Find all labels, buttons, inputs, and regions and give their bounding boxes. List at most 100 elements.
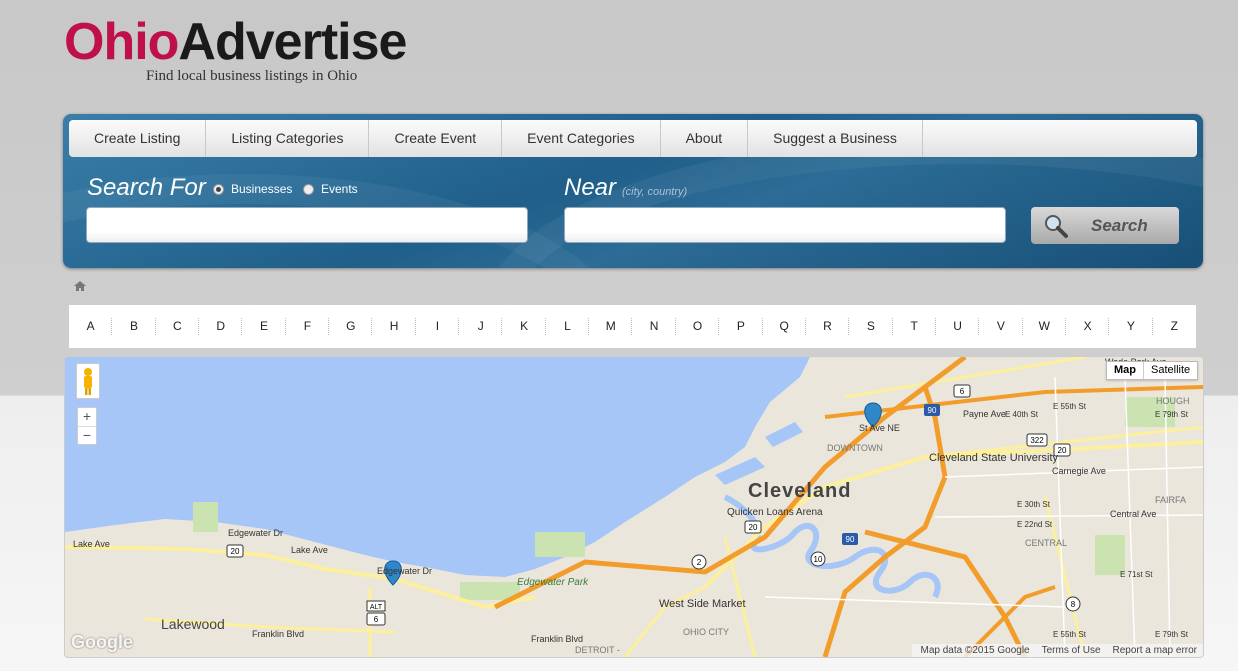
letter-y[interactable]: Y bbox=[1109, 305, 1153, 348]
letter-b[interactable]: B bbox=[112, 305, 157, 348]
logo-ohio: Ohio bbox=[64, 13, 179, 71]
shield-us322: 322 bbox=[1030, 436, 1044, 445]
map-type-map[interactable]: Map bbox=[1107, 362, 1144, 379]
letter-l[interactable]: L bbox=[546, 305, 590, 348]
letter-c[interactable]: C bbox=[156, 305, 200, 348]
letter-w[interactable]: W bbox=[1023, 305, 1067, 348]
search-for-label: Search For bbox=[87, 174, 206, 201]
letter-o[interactable]: O bbox=[676, 305, 720, 348]
letter-a[interactable]: A bbox=[69, 305, 113, 348]
search-what-input[interactable] bbox=[86, 207, 528, 243]
label-franklin-1: Franklin Blvd bbox=[252, 629, 304, 639]
map-footer: Map data ©2015 Google Terms of Use Repor… bbox=[912, 644, 1203, 657]
letter-f[interactable]: F bbox=[286, 305, 330, 348]
letter-z[interactable]: Z bbox=[1153, 305, 1196, 348]
magnifier-icon bbox=[1045, 214, 1068, 238]
map-type-satellite[interactable]: Satellite bbox=[1144, 362, 1197, 379]
radio-businesses-dot[interactable] bbox=[213, 183, 224, 195]
map-report-link[interactable]: Report a map error bbox=[1113, 644, 1197, 657]
label-lake-ave-1: Lake Ave bbox=[73, 539, 110, 549]
map-type-control: Map Satellite bbox=[1106, 361, 1199, 380]
lake-erie bbox=[65, 357, 810, 577]
label-e55b: E 55th St bbox=[1053, 630, 1087, 639]
nav-suggest-business[interactable]: Suggest a Business bbox=[748, 120, 923, 157]
label-lake-ave-2: Lake Ave bbox=[291, 545, 328, 555]
shield-alt: ALT bbox=[370, 604, 383, 611]
radio-businesses[interactable]: Businesses bbox=[213, 182, 292, 196]
label-csu: Cleveland State University bbox=[929, 452, 1059, 464]
letter-h[interactable]: H bbox=[372, 305, 417, 348]
label-edgewater-dr-1: Edgewater Dr bbox=[228, 528, 283, 538]
label-edgewater-dr-2: Edgewater Dr bbox=[377, 566, 432, 576]
pegman-control[interactable] bbox=[76, 363, 100, 399]
letter-u[interactable]: U bbox=[936, 305, 980, 348]
letter-s[interactable]: S bbox=[849, 305, 893, 348]
search-button-label: Search bbox=[1091, 215, 1148, 235]
radio-events-dot[interactable] bbox=[303, 183, 314, 195]
zoom-out-button[interactable]: − bbox=[78, 427, 96, 445]
label-edgewater-park: Edgewater Park bbox=[517, 577, 589, 588]
letter-r[interactable]: R bbox=[806, 305, 850, 348]
shield-us20c: 20 bbox=[749, 523, 758, 532]
site-tagline: Find local business listings in Ohio bbox=[146, 68, 358, 84]
letter-g[interactable]: G bbox=[329, 305, 373, 348]
letter-v[interactable]: V bbox=[979, 305, 1023, 348]
google-logo[interactable]: Google bbox=[71, 632, 133, 653]
letter-q[interactable]: Q bbox=[763, 305, 807, 348]
main-nav: Create Listing Listing Categories Create… bbox=[69, 120, 1197, 157]
label-e40: E 40th St bbox=[1005, 410, 1039, 419]
label-payne: Payne Ave bbox=[963, 409, 1006, 419]
map-canvas: 90 90 6 322 20 20 20 2 10 8 ALT 6 Clevel… bbox=[65, 357, 1203, 657]
shield-r6: 6 bbox=[374, 615, 379, 624]
site-logo[interactable]: OhioAdvertise bbox=[64, 13, 407, 71]
letter-k[interactable]: K bbox=[502, 305, 547, 348]
search-button[interactable]: Search bbox=[1031, 207, 1179, 244]
label-e55: E 55th St bbox=[1053, 402, 1087, 411]
label-central-ave: Central Ave bbox=[1110, 509, 1156, 519]
shield-us20b: 20 bbox=[231, 547, 240, 556]
letter-j[interactable]: J bbox=[459, 305, 503, 348]
letter-n[interactable]: N bbox=[632, 305, 677, 348]
label-e71: E 71st St bbox=[1120, 570, 1153, 579]
label-franklin-2: Franklin Blvd bbox=[531, 634, 583, 644]
letter-p[interactable]: P bbox=[719, 305, 763, 348]
map-terms-link[interactable]: Terms of Use bbox=[1042, 644, 1101, 657]
highway-i490 bbox=[864, 529, 1028, 657]
nav-create-listing[interactable]: Create Listing bbox=[69, 120, 207, 157]
label-cleveland: Cleveland bbox=[748, 480, 851, 502]
label-quicken: Quicken Loans Arena bbox=[727, 507, 823, 518]
zoom-in-button[interactable]: + bbox=[78, 408, 96, 427]
label-e22: E 22nd St bbox=[1017, 520, 1053, 529]
shield-i90b: 90 bbox=[846, 535, 855, 544]
radio-events[interactable]: Events bbox=[303, 182, 358, 196]
shield-i90a: 90 bbox=[928, 406, 937, 415]
label-fairfax: FAIRFA bbox=[1155, 495, 1186, 505]
label-westside: West Side Market bbox=[659, 598, 746, 610]
nav-event-categories[interactable]: Event Categories bbox=[502, 120, 661, 157]
label-detroit: DETROIT - bbox=[575, 645, 620, 655]
nav-about[interactable]: About bbox=[661, 120, 749, 157]
pegman-icon bbox=[84, 368, 92, 395]
letter-m[interactable]: M bbox=[589, 305, 633, 348]
nav-listing-categories[interactable]: Listing Categories bbox=[206, 120, 370, 157]
alphabet-bar: A B C D E F G H I J K L M N O P Q R S T … bbox=[69, 305, 1196, 348]
letter-x[interactable]: X bbox=[1066, 305, 1110, 348]
park bbox=[535, 532, 585, 557]
logo-advertise: Advertise bbox=[178, 13, 407, 71]
home-icon[interactable] bbox=[73, 280, 87, 292]
label-central: CENTRAL bbox=[1025, 538, 1067, 548]
letter-e[interactable]: E bbox=[242, 305, 287, 348]
label-lakewood: Lakewood bbox=[161, 616, 225, 632]
map-view[interactable]: 90 90 6 322 20 20 20 2 10 8 ALT 6 Clevel… bbox=[64, 356, 1204, 658]
letter-d[interactable]: D bbox=[199, 305, 243, 348]
label-hough: HOUGH bbox=[1156, 396, 1190, 406]
label-e30: E 30th St bbox=[1017, 500, 1051, 509]
shield-r8: 8 bbox=[1071, 600, 1076, 609]
radio-events-label: Events bbox=[321, 182, 358, 196]
nav-create-event[interactable]: Create Event bbox=[369, 120, 503, 157]
letter-i[interactable]: I bbox=[416, 305, 460, 348]
letter-t[interactable]: T bbox=[893, 305, 937, 348]
search-near-input[interactable] bbox=[564, 207, 1006, 243]
label-downtown: DOWNTOWN bbox=[827, 443, 883, 453]
near-hint: (city, country) bbox=[622, 186, 688, 198]
